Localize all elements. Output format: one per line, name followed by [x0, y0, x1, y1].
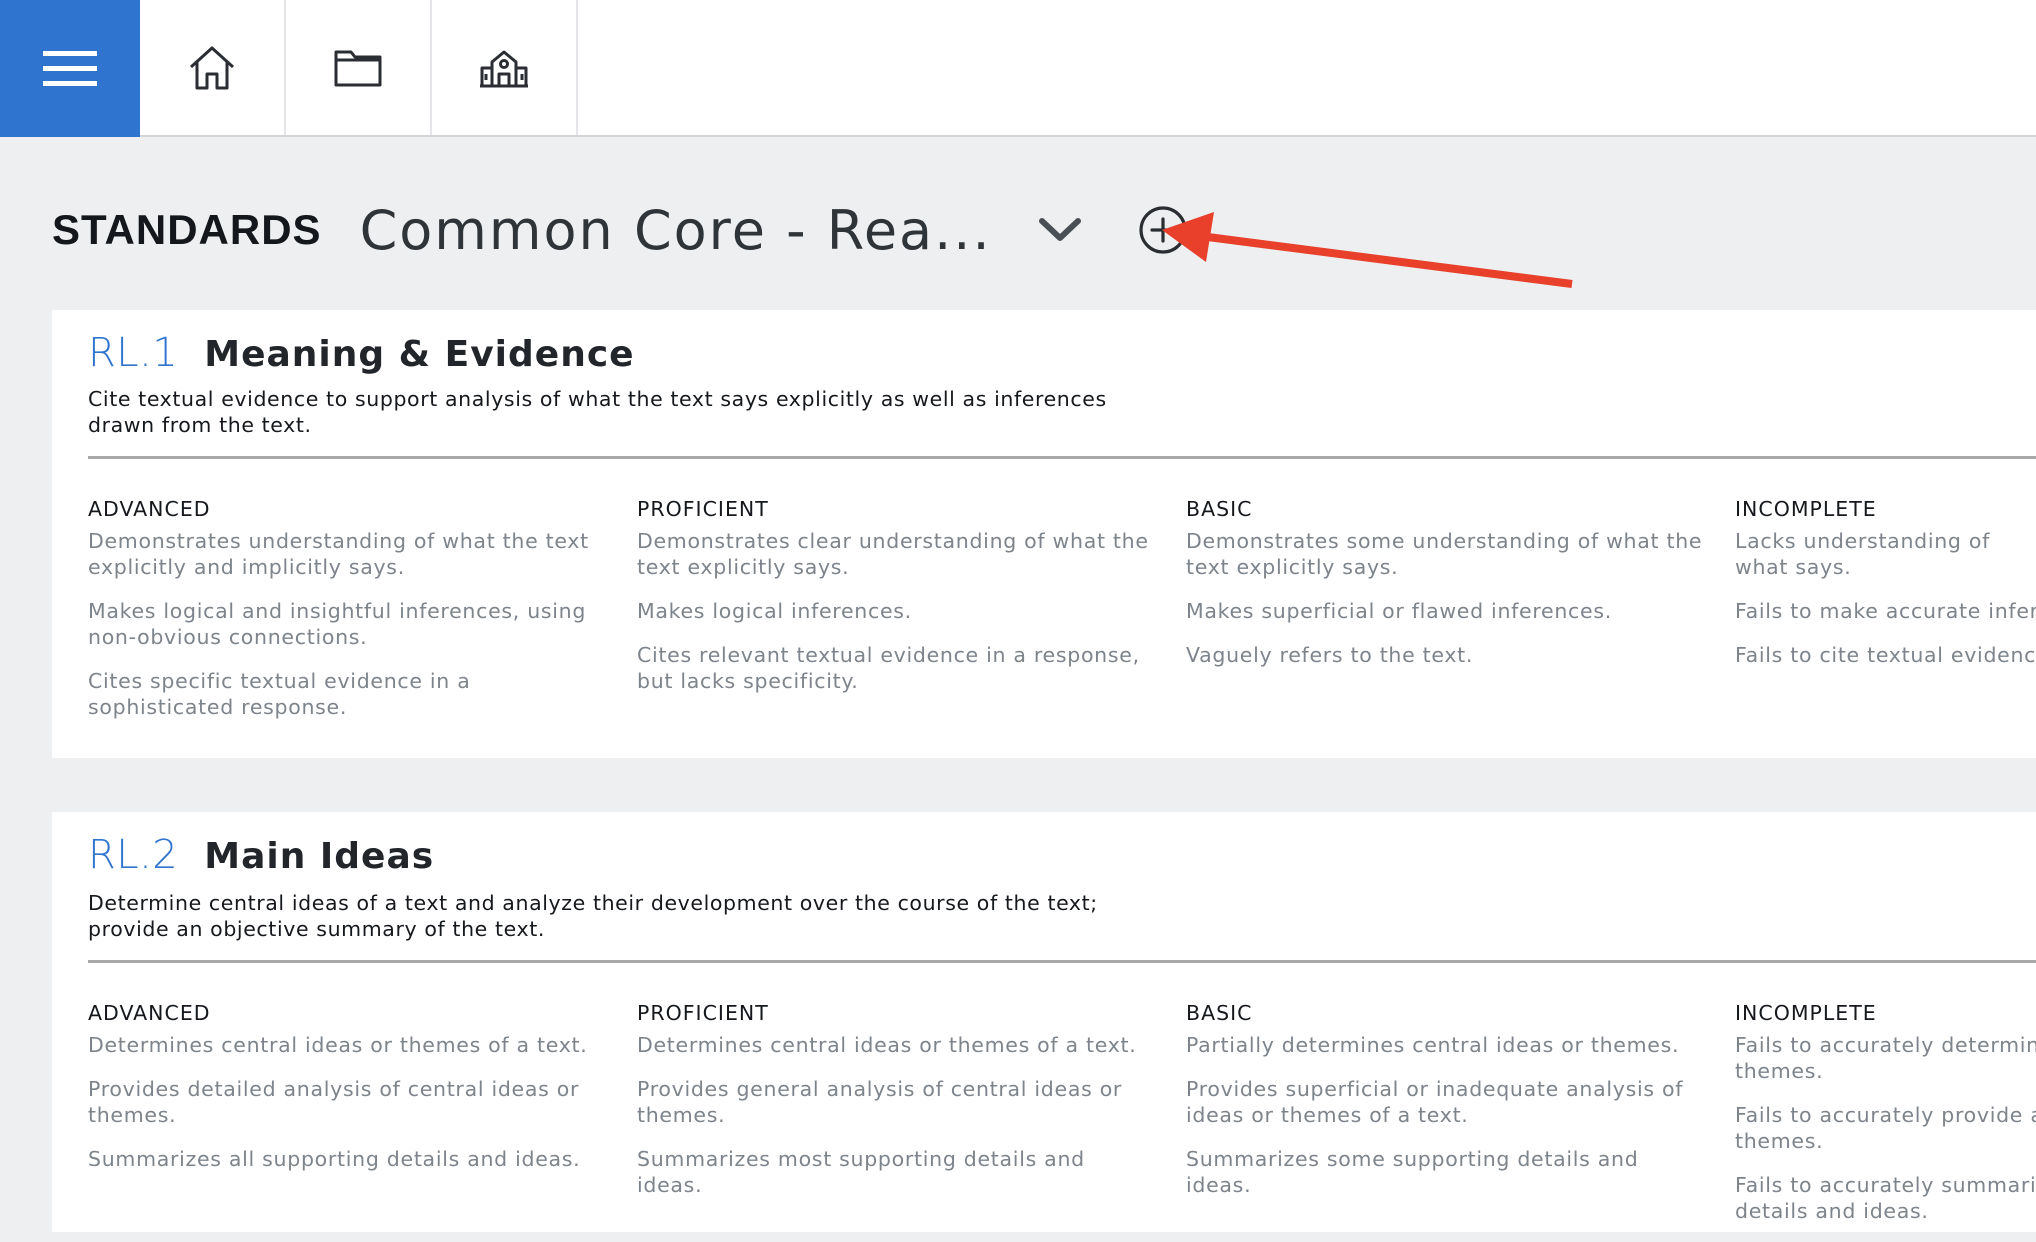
level-proficient: PROFICIENT Demonstrates clear understand…: [637, 496, 1157, 712]
level-label: ADVANCED: [88, 497, 211, 521]
level-criterion: Demonstrates some understanding of what …: [1186, 529, 1703, 579]
level-criterion: Provides detailed analysis of central id…: [88, 1077, 580, 1127]
standard-card-rl2: RL.2 Main Ideas Determine central ideas …: [52, 812, 2036, 1232]
standard-description: Determine central ideas of a text and an…: [88, 890, 1128, 942]
level-criterion: Vaguely refers to the text.: [1186, 643, 1474, 667]
level-criterion: Determines central ideas or themes of a …: [88, 1033, 588, 1057]
level-label: PROFICIENT: [637, 497, 769, 521]
standard-dropdown-button[interactable]: [1038, 216, 1082, 244]
standard-description: Cite textual evidence to support analysi…: [88, 386, 1128, 438]
level-criterion: Cites specific textual evidence in a sop…: [88, 669, 471, 719]
standard-title: Main Ideas: [204, 836, 435, 877]
level-proficient: PROFICIENT Determines central ideas or t…: [637, 1000, 1157, 1216]
home-button[interactable]: [140, 0, 286, 135]
hamburger-menu-icon: [43, 50, 97, 86]
level-criterion: Fails to accurately provide an themes.: [1735, 1103, 2036, 1153]
home-icon: [189, 46, 235, 89]
description-line: Determine central ideas of a text and an…: [88, 891, 1098, 915]
top-nav-bar: [0, 0, 2036, 137]
school-button[interactable]: [432, 0, 578, 135]
level-criterion: Makes superficial or flawed inferences.: [1186, 599, 1612, 623]
level-criterion: Summarizes most supporting details and i…: [637, 1147, 1085, 1197]
level-label: ADVANCED: [88, 1001, 211, 1025]
level-basic: BASIC Partially determines central ideas…: [1186, 1000, 1706, 1216]
chevron-down-icon: [1038, 218, 1081, 241]
level-incomplete: INCOMPLETE Fails to accurately determine…: [1735, 1000, 2036, 1242]
standards-label: STANDARDS: [52, 206, 322, 253]
level-criterion: Provides general analysis of central ide…: [637, 1077, 1123, 1127]
standard-title: Meaning & Evidence: [204, 334, 635, 375]
level-criterion: Provides superficial or inadequate analy…: [1186, 1077, 1684, 1127]
description-line: Cite textual evidence to support analysi…: [88, 387, 1107, 411]
level-basic: BASIC Demonstrates some understanding of…: [1186, 496, 1706, 686]
school-building-icon: [480, 50, 528, 87]
level-criterion: Summarizes all supporting details and id…: [88, 1147, 581, 1171]
level-criterion: Determines central ideas or themes of a …: [637, 1033, 1137, 1057]
level-criterion: Partially determines central ideas or th…: [1186, 1033, 1680, 1057]
level-criterion: Makes logical inferences.: [637, 599, 912, 623]
level-criterion: Fails to make accurate infere: [1735, 599, 2036, 623]
level-label: BASIC: [1186, 1001, 1253, 1025]
level-label: BASIC: [1186, 497, 1253, 521]
divider: [88, 456, 2036, 459]
level-incomplete: INCOMPLETE Lacks understanding of what s…: [1735, 496, 2036, 686]
description-line: provide an objective summary of the text…: [88, 917, 545, 941]
plus-circle-icon: [1139, 206, 1187, 254]
standards-header: STANDARDS Common Core - Rea...: [52, 196, 1188, 264]
level-criterion: Makes logical and insightful inferences,…: [88, 599, 587, 649]
divider: [88, 960, 2036, 963]
standard-set-selector[interactable]: Common Core - Rea...: [360, 199, 992, 262]
level-advanced: ADVANCED Determines central ideas or the…: [88, 1000, 608, 1190]
level-criterion: Cites relevant textual evidence in a res…: [637, 643, 1140, 693]
standard-code[interactable]: RL.2: [88, 832, 178, 878]
menu-button[interactable]: [0, 0, 140, 137]
level-criterion: Demonstrates understanding of what the t…: [88, 529, 589, 579]
level-criterion: Summarizes some supporting details and i…: [1186, 1147, 1639, 1197]
level-advanced: ADVANCED Demonstrates understanding of w…: [88, 496, 608, 738]
level-criterion: Fails to cite textual evidence: [1735, 643, 2036, 667]
description-line: drawn from the text.: [88, 413, 312, 437]
level-criterion: Lacks understanding of what says.: [1735, 529, 1991, 579]
level-label: PROFICIENT: [637, 1001, 769, 1025]
folder-icon: [334, 50, 382, 86]
level-criterion: Demonstrates clear understanding of what…: [637, 529, 1149, 579]
add-standard-button[interactable]: [1138, 205, 1188, 255]
level-label: INCOMPLETE: [1735, 1001, 1877, 1025]
level-label: INCOMPLETE: [1735, 497, 1877, 521]
folder-button[interactable]: [286, 0, 432, 135]
level-criterion: Fails to accurately determine themes.: [1735, 1033, 2036, 1083]
standard-code[interactable]: RL.1: [88, 330, 178, 376]
standard-card-rl1: RL.1 Meaning & Evidence Cite textual evi…: [52, 310, 2036, 758]
level-criterion: Fails to accurately summariz details and…: [1735, 1173, 2036, 1223]
